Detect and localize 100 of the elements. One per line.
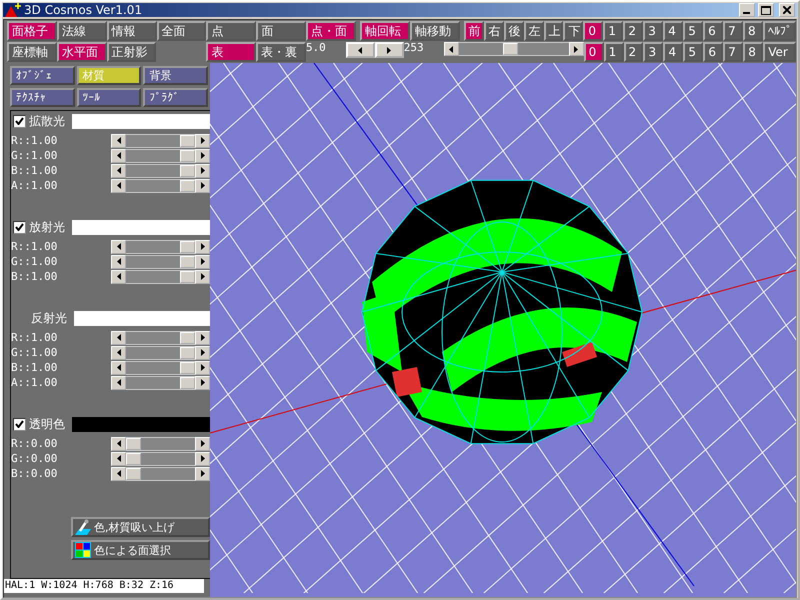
scroll-left-button[interactable]: [111, 436, 126, 450]
slider[interactable]: [111, 240, 210, 254]
panel-tab[interactable]: ﾌﾟﾗｸﾞ: [143, 88, 208, 107]
toolbar-button[interactable]: 情報: [106, 21, 157, 41]
scroll-left-button[interactable]: [111, 164, 126, 178]
scroll-left-button[interactable]: [111, 376, 126, 390]
slider-thumb[interactable]: [180, 164, 195, 176]
toolbar-button[interactable]: 0: [584, 42, 604, 62]
toolbar-button[interactable]: 軸移動: [410, 21, 460, 41]
scroll-left-button[interactable]: [111, 346, 126, 360]
toolbar-button[interactable]: 前: [464, 21, 484, 41]
scroll-left-button[interactable]: [111, 148, 126, 162]
slider-thumb[interactable]: [126, 452, 141, 464]
slider[interactable]: [111, 346, 210, 360]
increase-button[interactable]: [374, 42, 404, 58]
close-button[interactable]: [779, 3, 795, 17]
toolbar-button[interactable]: 水平面: [56, 42, 107, 62]
color-swatch[interactable]: [72, 416, 210, 432]
toolbar-button[interactable]: 2: [624, 42, 644, 62]
slider[interactable]: [111, 134, 210, 148]
slider[interactable]: [111, 360, 210, 374]
checkbox[interactable]: [13, 418, 26, 430]
slider[interactable]: [111, 452, 210, 466]
toolbar-button[interactable]: 1: [604, 42, 624, 62]
toolbar-button[interactable]: 正射影: [106, 42, 156, 62]
toolbar-button[interactable]: 7: [723, 21, 744, 41]
toolbar-button[interactable]: 座標軸: [7, 42, 57, 62]
scroll-right-button[interactable]: [568, 42, 584, 56]
scroll-left-button[interactable]: [111, 270, 126, 284]
toolbar-button[interactable]: 面: [256, 21, 306, 41]
scroll-left-button[interactable]: [111, 178, 126, 192]
toolbar-button[interactable]: 全面: [156, 21, 206, 41]
scroll-right-button[interactable]: [195, 240, 210, 254]
slider[interactable]: [111, 466, 210, 480]
toolbar-button[interactable]: 点・面: [306, 21, 356, 41]
color-swatch[interactable]: [72, 220, 210, 234]
toolbar-button[interactable]: 上: [544, 21, 564, 41]
slider[interactable]: [111, 376, 210, 390]
panel-tab[interactable]: ｵﾌﾞｼﾞｪ: [10, 66, 75, 85]
toolbar-button[interactable]: 表: [206, 42, 256, 62]
scroll-left-button[interactable]: [444, 42, 459, 56]
tool-button[interactable]: 色による面選択: [71, 540, 210, 560]
scroll-right-button[interactable]: [195, 360, 210, 374]
slider-thumb[interactable]: [180, 332, 195, 344]
slider-thumb[interactable]: [180, 362, 195, 374]
toolbar-button[interactable]: 後: [504, 21, 524, 41]
slider[interactable]: [444, 42, 584, 56]
maximize-button[interactable]: [758, 3, 774, 17]
slider-thumb[interactable]: [180, 134, 195, 146]
toolbar-button[interactable]: 左: [524, 21, 544, 41]
slider[interactable]: [111, 178, 210, 192]
scroll-right-button[interactable]: [195, 164, 210, 178]
toolbar-button[interactable]: 法線: [56, 21, 107, 41]
slider-thumb[interactable]: [180, 256, 195, 268]
slider-thumb[interactable]: [180, 270, 195, 282]
slider[interactable]: [111, 330, 210, 344]
scroll-right-button[interactable]: [195, 270, 210, 284]
scroll-right-button[interactable]: [195, 466, 210, 480]
slider-thumb[interactable]: [180, 180, 195, 192]
toolbar-button[interactable]: 表・裏: [256, 42, 306, 62]
tool-button[interactable]: 色,材質吸い上げ: [71, 517, 210, 537]
slider-thumb[interactable]: [503, 43, 518, 55]
toolbar-button[interactable]: 4: [663, 42, 684, 62]
scroll-left-button[interactable]: [111, 360, 126, 374]
checkbox[interactable]: [13, 114, 26, 128]
scroll-left-button[interactable]: [111, 330, 126, 344]
scroll-right-button[interactable]: [195, 178, 210, 192]
slider-thumb[interactable]: [126, 438, 141, 450]
slider[interactable]: [111, 270, 210, 284]
3d-viewport-drawing[interactable]: [210, 63, 796, 593]
slider[interactable]: [111, 148, 210, 162]
toolbar-button[interactable]: 面格子: [7, 21, 57, 41]
scroll-right-button[interactable]: [195, 148, 210, 162]
scroll-left-button[interactable]: [111, 452, 126, 466]
color-swatch[interactable]: [72, 114, 210, 128]
toolbar-button[interactable]: 0: [583, 21, 604, 41]
toolbar-button[interactable]: 5: [683, 21, 704, 41]
scroll-right-button[interactable]: [195, 346, 210, 360]
scroll-right-button[interactable]: [195, 436, 210, 450]
toolbar-button[interactable]: 下: [563, 21, 584, 41]
toolbar-button[interactable]: 7: [723, 42, 744, 62]
checkbox[interactable]: [13, 220, 26, 234]
minimize-button[interactable]: [739, 3, 755, 17]
toolbar-button[interactable]: 5: [683, 42, 704, 62]
toolbar-button[interactable]: 6: [703, 42, 724, 62]
color-swatch[interactable]: [74, 310, 210, 326]
toolbar-button[interactable]: 6: [703, 21, 724, 41]
scroll-right-button[interactable]: [195, 134, 210, 148]
scroll-right-button[interactable]: [195, 330, 210, 344]
toolbar-button[interactable]: 8: [743, 21, 763, 41]
scroll-left-button[interactable]: [111, 240, 126, 254]
toolbar-button[interactable]: 4: [663, 21, 684, 41]
slider-thumb[interactable]: [126, 468, 141, 480]
panel-tab[interactable]: ﾂｰﾙ: [76, 88, 142, 107]
decrease-button[interactable]: [346, 42, 375, 58]
scroll-right-button[interactable]: [195, 254, 210, 268]
toolbar-button[interactable]: 3: [643, 42, 664, 62]
toolbar-button[interactable]: 3: [643, 21, 664, 41]
version-button[interactable]: Ver: [763, 42, 796, 62]
panel-tab[interactable]: ﾃｸｽﾁｬ: [10, 88, 75, 107]
